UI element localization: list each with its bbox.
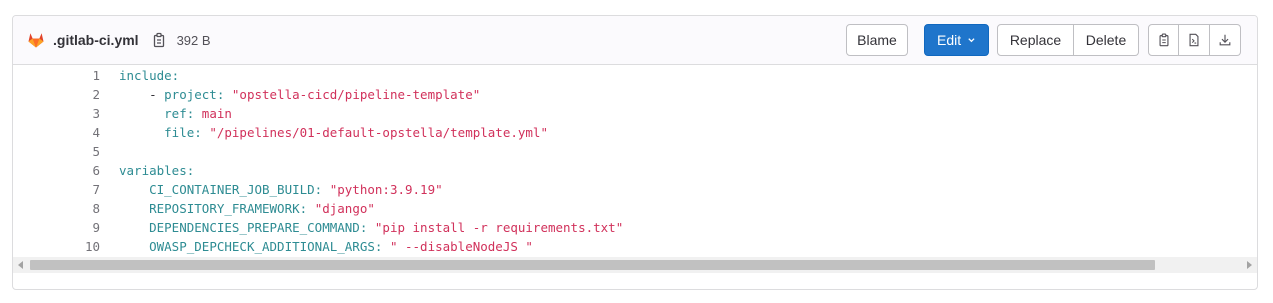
line-content: file: "/pipelines/01-default-opstella/te… bbox=[100, 123, 548, 142]
code-lines: 1 include: 2 - project: "opstella-cicd/pip… bbox=[13, 65, 1257, 273]
triangle-right-icon bbox=[1247, 261, 1252, 269]
code-token: "/pipelines/01-default-opstella/template… bbox=[209, 125, 548, 140]
line-content: CI_CONTAINER_JOB_BUILD: "python:3.9.19" bbox=[100, 180, 443, 199]
file-actions: Blame Edit Replace Delete bbox=[846, 24, 1241, 56]
code-token: "pip install -r requirements.txt" bbox=[374, 220, 624, 235]
scrollbar-thumb[interactable] bbox=[30, 260, 1155, 270]
download-button[interactable] bbox=[1210, 24, 1241, 56]
code-token: project: bbox=[164, 87, 225, 102]
line-content: OWASP_DEPCHECK_ADDITIONAL_ARGS: " --disa… bbox=[100, 237, 533, 256]
code-token: CI_CONTAINER_JOB_BUILD: bbox=[149, 182, 323, 197]
line-number[interactable]: 3 bbox=[13, 104, 100, 123]
file-name[interactable]: .gitlab-ci.yml bbox=[53, 32, 139, 48]
line-number[interactable]: 6 bbox=[13, 161, 100, 180]
triangle-left-icon bbox=[18, 261, 23, 269]
line-number[interactable]: 9 bbox=[13, 218, 100, 237]
code-token: "python:3.9.19" bbox=[329, 182, 443, 197]
code-line: 9 DEPENDENCIES_PREPARE_COMMAND: "pip ins… bbox=[13, 218, 1257, 237]
line-number[interactable]: 8 bbox=[13, 199, 100, 218]
code-line: 2 - project: "opstella-cicd/pipeline-tem… bbox=[13, 85, 1257, 104]
code-line: 10 OWASP_DEPCHECK_ADDITIONAL_ARGS: " --d… bbox=[13, 237, 1257, 256]
line-content: REPOSITORY_FRAMEWORK: "django" bbox=[100, 199, 375, 218]
code-line: 3 ref: main bbox=[13, 104, 1257, 123]
delete-button[interactable]: Delete bbox=[1074, 24, 1139, 56]
code-token: OWASP_DEPCHECK_ADDITIONAL_ARGS: bbox=[149, 239, 383, 254]
line-number[interactable]: 2 bbox=[13, 85, 100, 104]
code-line: 8 REPOSITORY_FRAMEWORK: "django" bbox=[13, 199, 1257, 218]
code-token: REPOSITORY_FRAMEWORK: bbox=[149, 201, 308, 216]
replace-delete-group: Replace Delete bbox=[997, 24, 1139, 56]
code-token: " --disableNodeJS " bbox=[389, 239, 533, 254]
line-number[interactable]: 1 bbox=[13, 66, 100, 85]
blame-button[interactable]: Blame bbox=[846, 24, 908, 56]
download-icon bbox=[1219, 34, 1231, 46]
code-token: file: bbox=[164, 125, 202, 140]
line-content: variables: bbox=[100, 161, 194, 180]
code-token: DEPENDENCIES_PREPARE_COMMAND: bbox=[149, 220, 368, 235]
file-size: 392 B bbox=[176, 32, 211, 48]
code-token: variables: bbox=[119, 163, 195, 178]
open-raw-icon bbox=[1189, 33, 1199, 47]
line-number[interactable]: 7 bbox=[13, 180, 100, 199]
edit-button[interactable]: Edit bbox=[924, 24, 989, 56]
file-icon-actions bbox=[1148, 24, 1241, 56]
code-line: 4 file: "/pipelines/01-default-opstella/… bbox=[13, 123, 1257, 142]
line-number[interactable]: 10 bbox=[13, 237, 100, 256]
code-token: "django" bbox=[314, 201, 375, 216]
code-line: 7 CI_CONTAINER_JOB_BUILD: "python:3.9.19… bbox=[13, 180, 1257, 199]
chevron-down-icon bbox=[968, 38, 975, 43]
code-token: "opstella-cicd/pipeline-template" bbox=[231, 87, 481, 102]
open-raw-button[interactable] bbox=[1179, 24, 1210, 56]
line-content: include: bbox=[100, 66, 179, 85]
line-content: DEPENDENCIES_PREPARE_COMMAND: "pip insta… bbox=[100, 218, 623, 237]
edit-button-label: Edit bbox=[937, 32, 962, 48]
line-content: ref: main bbox=[100, 104, 232, 123]
file-holder: .gitlab-ci.yml 392 B Blame Edit Replace … bbox=[12, 15, 1258, 290]
scroll-left-arrow[interactable] bbox=[13, 257, 29, 273]
file-header: .gitlab-ci.yml 392 B Blame Edit Replace … bbox=[13, 16, 1257, 65]
copy-file-path-icon[interactable] bbox=[151, 32, 167, 48]
code-line: 1 include: bbox=[13, 66, 1257, 85]
scroll-right-arrow[interactable] bbox=[1241, 257, 1257, 273]
horizontal-scrollbar[interactable] bbox=[13, 257, 1257, 273]
code-token: include: bbox=[119, 68, 180, 83]
copy-contents-button[interactable] bbox=[1148, 24, 1179, 56]
code-token: main bbox=[201, 106, 232, 121]
gitlab-logo-icon bbox=[28, 33, 44, 48]
line-content bbox=[100, 142, 119, 161]
line-content: - project: "opstella-cicd/pipeline-templ… bbox=[100, 85, 480, 104]
file-title: .gitlab-ci.yml 392 B bbox=[27, 31, 211, 49]
code-token: ref: bbox=[164, 106, 195, 121]
code-viewer: 1 include: 2 - project: "opstella-cicd/pip… bbox=[13, 65, 1257, 273]
code-line: 5 bbox=[13, 142, 1257, 161]
line-number[interactable]: 5 bbox=[13, 142, 100, 161]
copy-contents-icon bbox=[1158, 33, 1169, 47]
line-number[interactable]: 4 bbox=[13, 123, 100, 142]
code-token: - bbox=[119, 87, 165, 102]
replace-button[interactable]: Replace bbox=[997, 24, 1074, 56]
code-line: 6 variables: bbox=[13, 161, 1257, 180]
